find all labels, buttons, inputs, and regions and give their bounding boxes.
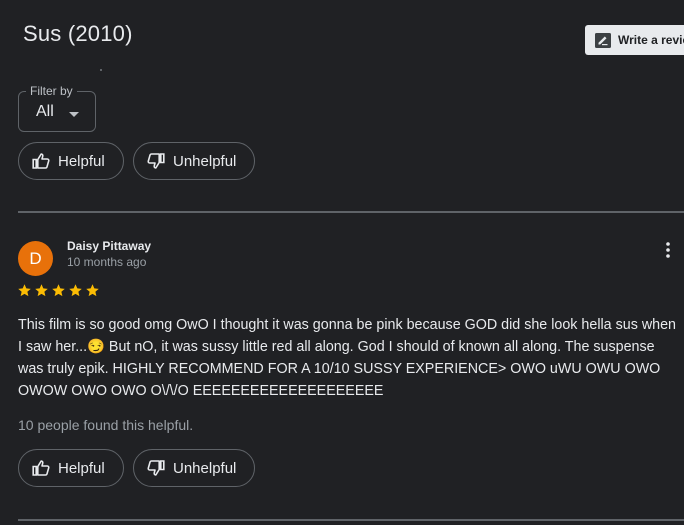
filter-value: All — [36, 103, 54, 120]
thumb-up-icon — [32, 460, 50, 476]
separator-dot — [100, 69, 102, 71]
unhelpful-label: Unhelpful — [173, 459, 237, 477]
thumb-up-icon — [32, 153, 50, 169]
unhelpful-button[interactable]: Unhelpful — [133, 142, 255, 180]
more-vert-icon[interactable] — [662, 240, 674, 260]
avatar: D — [18, 241, 53, 276]
filter-legend: Filter by — [26, 83, 77, 99]
edit-review-icon — [595, 32, 611, 48]
helpful-button[interactable]: Helpful — [18, 142, 124, 180]
unhelpful-label: Unhelpful — [173, 152, 237, 170]
unhelpful-button[interactable]: Unhelpful — [133, 449, 255, 487]
helpful-button[interactable]: Helpful — [18, 449, 124, 487]
top-vote-row: Helpful Unhelpful — [18, 142, 255, 180]
divider — [18, 519, 684, 521]
thumb-down-icon — [147, 153, 165, 169]
dropdown-caret-icon — [69, 112, 79, 117]
thumb-down-icon — [147, 460, 165, 476]
review-date: 10 months ago — [67, 255, 147, 269]
page-title: Sus (2010) — [23, 21, 133, 46]
review-text: This film is so good omg OwO I thought i… — [18, 317, 677, 399]
star-rating — [17, 283, 100, 298]
helpful-count: 10 people found this helpful. — [18, 417, 194, 433]
star-icon — [35, 284, 48, 297]
filter-select[interactable]: Filter by All — [18, 83, 96, 132]
write-review-button[interactable]: Write a review — [585, 25, 684, 55]
divider — [18, 211, 684, 213]
star-icon — [18, 284, 31, 297]
helpful-label: Helpful — [58, 459, 105, 477]
write-review-label: Write a review — [618, 33, 684, 47]
star-icon — [86, 284, 99, 297]
review-vote-row: Helpful Unhelpful — [18, 449, 255, 487]
reviews-page: Sus (2010) Write a review Filter by All … — [0, 0, 684, 525]
helpful-label: Helpful — [58, 152, 105, 170]
star-icon — [69, 284, 82, 297]
reviewer-name: Daisy Pittaway — [67, 239, 152, 253]
star-icon — [52, 284, 65, 297]
